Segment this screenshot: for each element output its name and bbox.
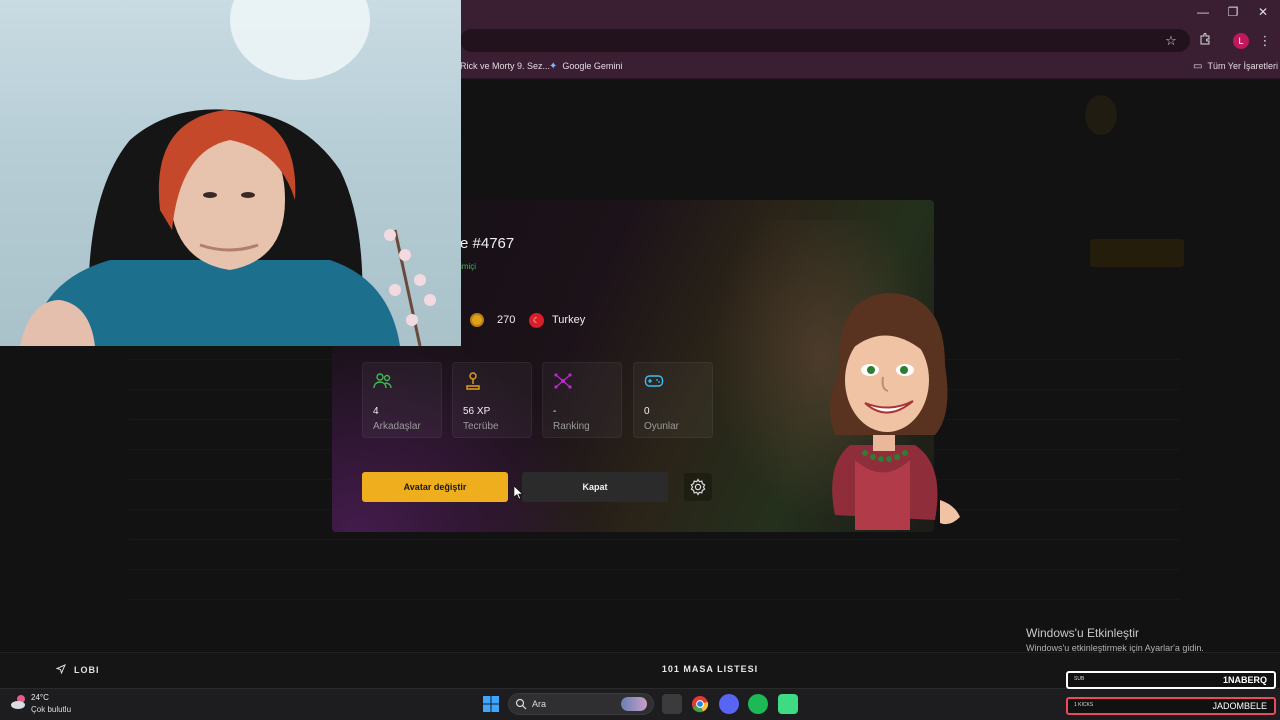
divider	[130, 539, 1180, 540]
overlay-tag: 1 KICKS	[1074, 702, 1094, 708]
restore-button[interactable]: ❐	[1218, 4, 1248, 20]
divider	[130, 599, 1180, 600]
webcam-feed	[0, 0, 461, 346]
online-status: imiçi	[460, 262, 476, 271]
stat-label: Ranking	[553, 421, 590, 432]
avatar-caricature	[830, 293, 960, 530]
minimize-button[interactable]: —	[1188, 4, 1218, 20]
windows-logo-icon	[483, 696, 499, 712]
folder-icon: ▭	[1193, 61, 1203, 72]
weather-description[interactable]: Çok bulutlu	[31, 705, 71, 714]
webcam-image	[20, 0, 436, 346]
all-bookmarks-button[interactable]: ▭ Tüm Yer İşaretleri	[1193, 61, 1278, 72]
task-view-icon[interactable]	[662, 694, 682, 714]
friends-icon	[373, 373, 392, 389]
extensions-icon[interactable]	[1195, 31, 1215, 51]
close-modal-button[interactable]: Kapat	[522, 472, 668, 502]
chrome-taskbar-icon[interactable]	[690, 694, 710, 714]
windows-start-button[interactable]	[481, 694, 501, 714]
stat-card-ranking: - Ranking	[542, 362, 622, 438]
stat-card-friends: 4 Arkadaşlar	[362, 362, 442, 438]
divider	[130, 569, 1180, 570]
stat-card-games: 0 Oyunlar	[633, 362, 713, 438]
dim-avatar	[1085, 95, 1117, 135]
address-bar[interactable]	[460, 29, 1190, 52]
coin-icon	[470, 313, 484, 327]
search-icon	[515, 698, 527, 710]
gemini-icon: ✦	[549, 61, 558, 72]
settings-button[interactable]	[684, 473, 712, 501]
bookmark-rick-morty[interactable]: Rick ve Morty 9. Sez...	[460, 61, 550, 71]
gamepad-icon	[644, 375, 664, 387]
browser-menu-icon[interactable]: ⋮	[1255, 31, 1275, 51]
stream-sub-overlay: SUB 1NABERQ	[1066, 671, 1276, 689]
chrome-icon	[692, 696, 709, 713]
dim-button	[1090, 239, 1184, 267]
stat-card-experience: 56 XP Tecrübe	[452, 362, 532, 438]
stat-label: Arkadaşlar	[373, 421, 421, 432]
all-bookmarks-label: Tüm Yer İşaretleri	[1207, 61, 1278, 71]
stream-kicks-overlay: 1 KICKS JADOMBELE	[1066, 697, 1276, 715]
profile-username: e #4767	[460, 235, 515, 252]
bookmark-google-gemini[interactable]: ✦ Google Gemini	[549, 61, 622, 72]
stat-value: 4	[373, 406, 379, 417]
turkey-flag-icon: ☾	[529, 313, 544, 328]
screen: — ❐ ✕ ☆ L ⋮ Rick ve Morty 9. Sez... ✦ Goo…	[0, 0, 1280, 720]
bookmark-label: Google Gemini	[562, 61, 623, 71]
search-highlight-image	[621, 697, 647, 711]
stat-label: Oyunlar	[644, 421, 680, 432]
taskbar-search[interactable]	[508, 693, 654, 715]
activation-watermark-subtitle: Windows'u etkinleştirmek için Ayarlar'a …	[1026, 643, 1204, 653]
weather-cloud-icon[interactable]	[10, 694, 28, 710]
experience-icon	[466, 372, 480, 390]
weather-temperature[interactable]: 24°C	[31, 693, 49, 702]
stat-value: 56 XP	[463, 406, 491, 417]
gear-icon	[690, 478, 706, 496]
android-app-icon[interactable]	[778, 694, 798, 714]
mouse-cursor-icon	[514, 486, 524, 500]
ranking-icon	[554, 373, 572, 389]
country-label: Turkey	[552, 314, 586, 326]
overlay-username: JADOMBELE	[1212, 701, 1267, 711]
search-placeholder: Ara	[532, 699, 547, 709]
bookmark-star-icon[interactable]: ☆	[1161, 31, 1181, 51]
stat-value: -	[553, 406, 557, 417]
stat-value: 0	[644, 406, 650, 417]
profile-avatar[interactable]: L	[1233, 33, 1249, 49]
stat-label: Tecrübe	[463, 421, 499, 432]
overlay-username: 1NABERQ	[1222, 675, 1267, 685]
close-window-button[interactable]: ✕	[1248, 4, 1278, 20]
coin-balance: 270	[497, 314, 516, 326]
overlay-tag: SUB	[1074, 676, 1085, 682]
activation-watermark-title: Windows'u Etkinleştir	[1026, 626, 1139, 640]
spotify-icon[interactable]	[748, 694, 768, 714]
discord-icon[interactable]	[719, 694, 739, 714]
change-avatar-button[interactable]: Avatar değiştir	[362, 472, 508, 502]
